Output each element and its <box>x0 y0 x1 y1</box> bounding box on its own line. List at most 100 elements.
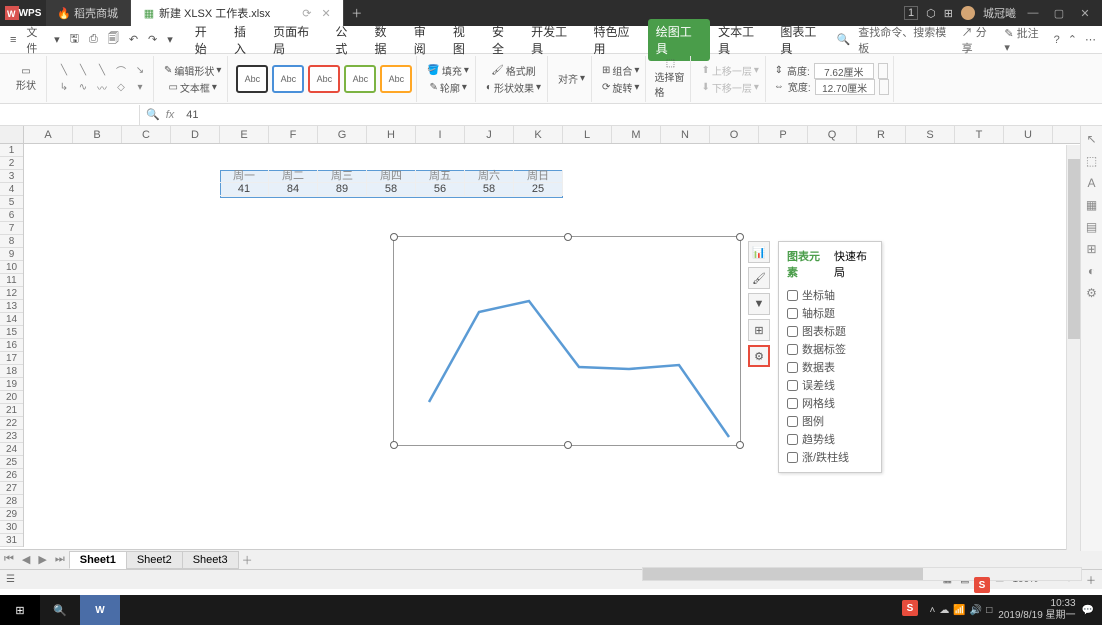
qat-dropdown-icon[interactable]: ▾ <box>163 31 177 48</box>
tab-formula[interactable]: 公式 <box>327 19 366 61</box>
chk-数据表[interactable]: 数据表 <box>787 358 873 376</box>
avatar-icon[interactable] <box>961 6 975 20</box>
row-header-14[interactable]: 14 <box>0 313 23 326</box>
preview-icon[interactable]: 🗐 <box>104 28 123 51</box>
connector-icon[interactable]: ↳ <box>55 79 73 95</box>
undo-icon[interactable]: ↶ <box>125 31 142 48</box>
row-header-30[interactable]: 30 <box>0 521 23 534</box>
cell-header[interactable]: 周四 <box>367 170 416 183</box>
col-header-U[interactable]: U <box>1004 126 1053 143</box>
row-header-8[interactable]: 8 <box>0 235 23 248</box>
row-header-28[interactable]: 28 <box>0 495 23 508</box>
col-header-B[interactable]: B <box>73 126 122 143</box>
fx-search-icon[interactable]: 🔍 <box>146 108 160 121</box>
more-icon[interactable]: ⋯ <box>1085 33 1096 46</box>
cloud-icon[interactable]: ⬡ <box>926 7 936 20</box>
tab-view[interactable]: 视图 <box>445 19 484 61</box>
sheet-tab-3[interactable]: Sheet3 <box>182 551 239 569</box>
chart-handle-br[interactable] <box>736 441 744 449</box>
row-header-7[interactable]: 7 <box>0 222 23 235</box>
selection-pane-button[interactable]: ⬚ 选择窗格 <box>654 58 686 100</box>
checkbox[interactable] <box>787 290 798 301</box>
checkbox[interactable] <box>787 326 798 337</box>
style-preset-1[interactable]: Abc <box>236 65 268 93</box>
format-painter-button[interactable]: 🖌格式刷 <box>489 62 538 79</box>
taskbar-clock[interactable]: 10:33 2019/8/19 星期一 <box>998 598 1075 622</box>
style-preset-4[interactable]: Abc <box>344 65 376 93</box>
col-header-N[interactable]: N <box>661 126 710 143</box>
maximize-button[interactable]: ▢ <box>1050 7 1068 20</box>
checkbox[interactable] <box>787 362 798 373</box>
chart-handle-bl[interactable] <box>390 441 398 449</box>
search-icon[interactable]: 🔍 <box>837 33 851 46</box>
bring-forward-button[interactable]: ⬆上移一层 ▾ <box>699 62 760 79</box>
checkbox[interactable] <box>787 452 798 463</box>
cell-value[interactable]: 58 <box>367 183 416 196</box>
chk-数据标签[interactable]: 数据标签 <box>787 340 873 358</box>
style-preset-5[interactable]: Abc <box>380 65 412 93</box>
tray-wifi-icon[interactable]: 📶 <box>953 605 965 616</box>
cell-value[interactable]: 41 <box>220 183 269 196</box>
menu-dropdown-icon[interactable]: ▾ <box>50 31 64 48</box>
chart-handle-bc[interactable] <box>564 441 572 449</box>
select-icon[interactable]: ⬚ <box>1086 154 1097 168</box>
chart-handle-tl[interactable] <box>390 233 398 241</box>
row-header-11[interactable]: 11 <box>0 274 23 287</box>
cell-header[interactable]: 周二 <box>269 170 318 183</box>
select-all-corner[interactable] <box>0 126 24 143</box>
status-menu-icon[interactable]: ☰ <box>6 574 15 585</box>
tray-badge-s[interactable]: S <box>902 600 918 616</box>
chart-settings-button[interactable]: ⚙ <box>748 345 770 367</box>
share-button[interactable]: ↗ 分享 <box>962 24 997 56</box>
search-taskbar-icon[interactable]: 🔍 <box>40 595 80 625</box>
tab-home[interactable]: 开始 <box>187 19 226 61</box>
cursor-icon[interactable]: ↖ <box>1086 132 1096 146</box>
file-menu[interactable]: 文件 <box>22 22 48 58</box>
prop-icon[interactable]: ⊞ <box>1086 242 1096 256</box>
style-gallery[interactable]: Abc Abc Abc Abc Abc <box>236 65 412 93</box>
connector-icon[interactable]: ↘ <box>131 62 149 78</box>
popup-tab-quicklayout[interactable]: 快速布局 <box>834 248 873 280</box>
style-icon[interactable]: A <box>1087 176 1095 190</box>
row-header-19[interactable]: 19 <box>0 378 23 391</box>
username[interactable]: 城冠曦 <box>983 5 1016 21</box>
fx-icon[interactable]: fx <box>166 109 175 121</box>
col-header-S[interactable]: S <box>906 126 955 143</box>
checkbox[interactable] <box>787 308 798 319</box>
annotate-button[interactable]: ✎ 批注 ▾ <box>1004 25 1045 54</box>
row-header-5[interactable]: 5 <box>0 196 23 209</box>
taskbar-wps-icon[interactable]: W <box>80 595 120 625</box>
freeform-icon[interactable]: ◇ <box>112 79 130 95</box>
style-preset-2[interactable]: Abc <box>272 65 304 93</box>
cell-header[interactable]: 周五 <box>416 170 465 183</box>
row-header-25[interactable]: 25 <box>0 456 23 469</box>
tab-dev[interactable]: 开发工具 <box>523 19 585 61</box>
col-header-I[interactable]: I <box>416 126 465 143</box>
checkbox[interactable] <box>787 344 798 355</box>
cell-value[interactable]: 25 <box>514 183 563 196</box>
sheet-tab-1[interactable]: Sheet1 <box>69 551 127 569</box>
search-text[interactable]: 查找命令、搜索模板 <box>858 24 953 56</box>
print-icon[interactable]: ⎙ <box>85 31 102 48</box>
row-header-27[interactable]: 27 <box>0 482 23 495</box>
curve-icon[interactable]: ∿ <box>74 79 92 95</box>
row-header-12[interactable]: 12 <box>0 287 23 300</box>
col-header-T[interactable]: T <box>955 126 1004 143</box>
cell-value[interactable]: 89 <box>318 183 367 196</box>
shapes-button[interactable]: ▭ 形状 <box>10 58 42 100</box>
vscroll-thumb[interactable] <box>1068 159 1080 339</box>
row-header-15[interactable]: 15 <box>0 326 23 339</box>
chart-styles-button[interactable]: 🖌 <box>748 267 770 289</box>
sheet-nav-prev-icon[interactable]: ◀ <box>18 553 34 566</box>
chk-趋势线[interactable]: 趋势线 <box>787 430 873 448</box>
col-header-J[interactable]: J <box>465 126 514 143</box>
chart-handle-tr[interactable] <box>736 233 744 241</box>
collapse-ribbon-icon[interactable]: ⌃ <box>1068 33 1077 46</box>
chart-filter-button[interactable]: ▼ <box>748 293 770 315</box>
outline-button[interactable]: ✎轮廓 ▾ <box>427 79 468 96</box>
close-button[interactable]: ✕ <box>1076 7 1094 20</box>
chk-坐标轴[interactable]: 坐标轴 <box>787 286 873 304</box>
tab-security[interactable]: 安全 <box>484 19 523 61</box>
scribble-icon[interactable]: 〰 <box>93 79 111 95</box>
group-button[interactable]: ⊞组合 ▾ <box>600 62 641 79</box>
